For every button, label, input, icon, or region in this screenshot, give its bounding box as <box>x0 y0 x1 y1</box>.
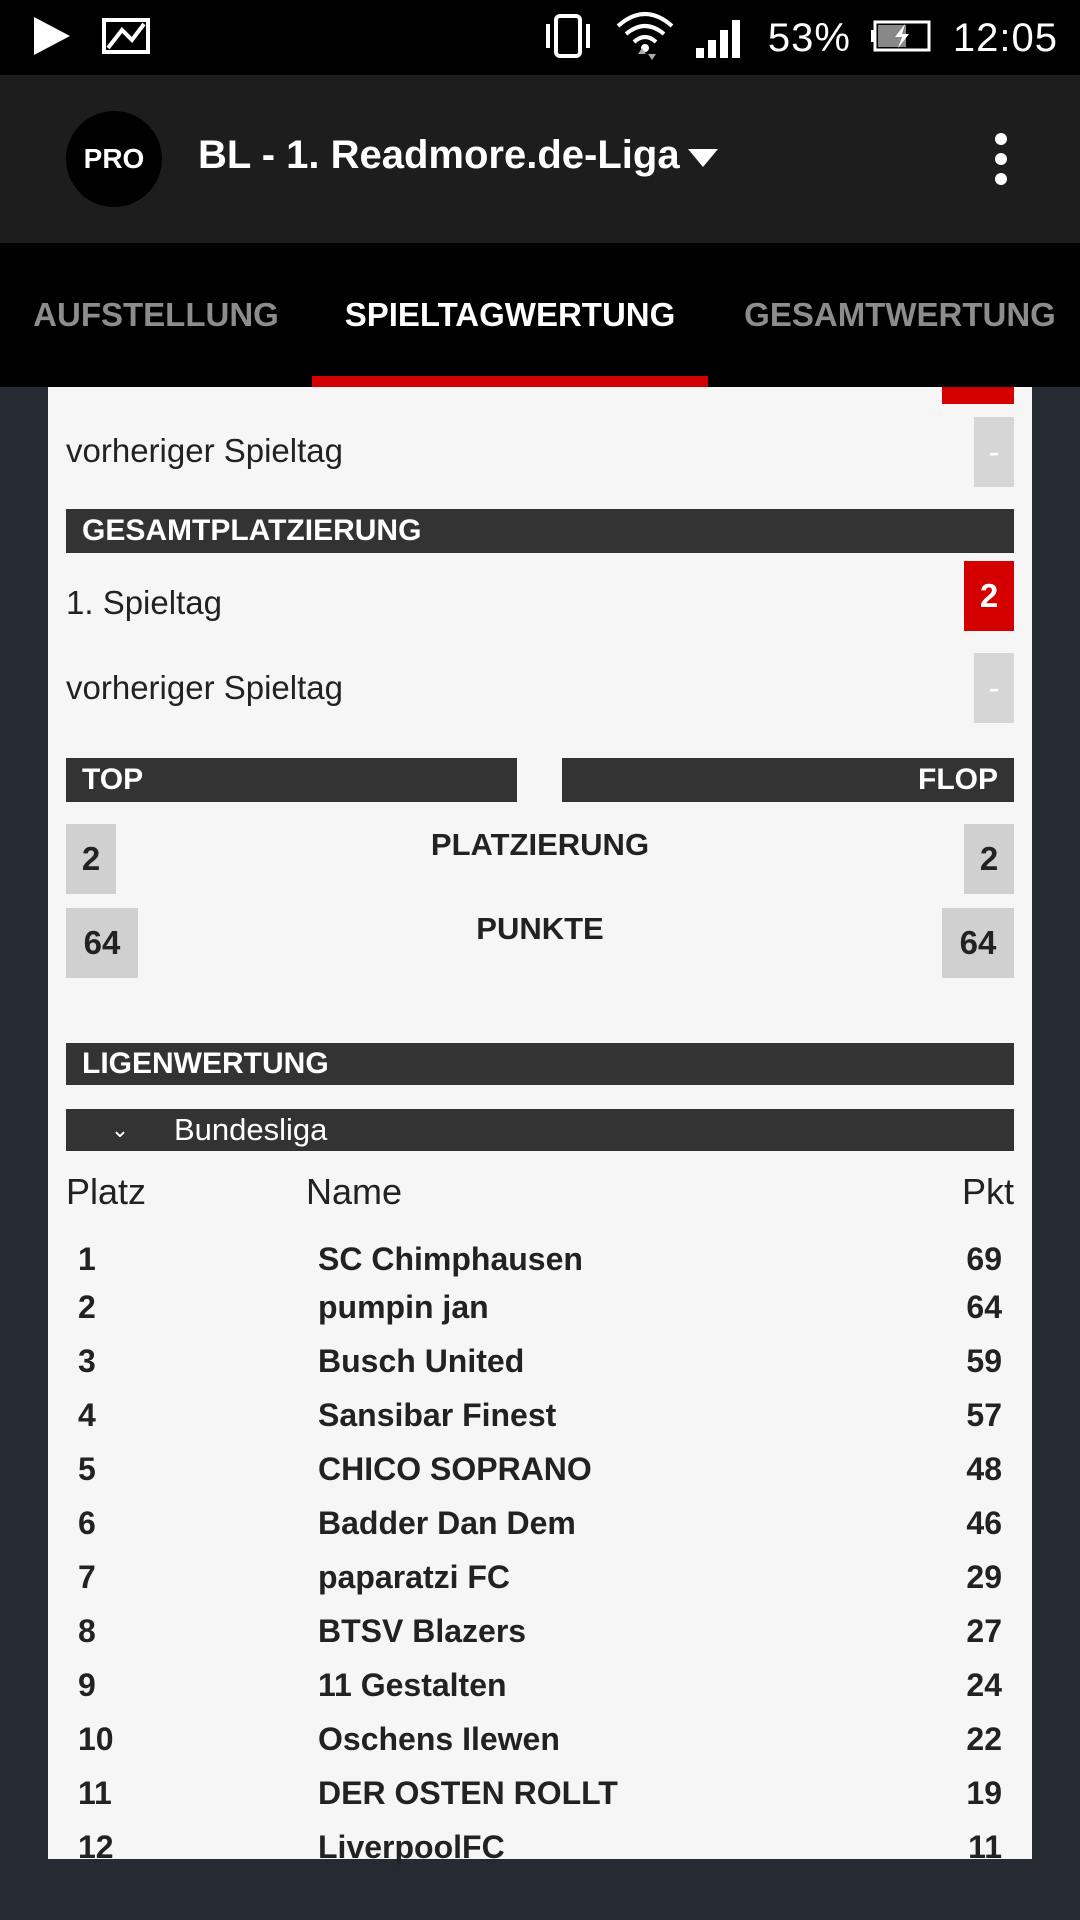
gesamtplatzierung-current-value: 2 <box>964 561 1014 631</box>
battery-charging-icon <box>869 18 935 59</box>
active-tab-indicator <box>312 376 708 387</box>
platzierung-label: PLATZIERUNG <box>430 827 650 862</box>
tab-aufstellung[interactable]: AUFSTELLUNG <box>0 243 312 387</box>
table-row[interactable]: 10 Oschens Ilewen 22 <box>48 1721 1032 1775</box>
gesamtplatzierung-previous-value: - <box>974 653 1014 723</box>
row-name: CHICO SOPRANO <box>318 1451 592 1487</box>
tab-spieltagwertung[interactable]: SPIELTAGWERTUNG <box>312 243 708 387</box>
row-pkt: 22 <box>966 1721 1002 1757</box>
row-platz: 1 <box>78 1241 96 1277</box>
spieltag-previous-label: vorheriger Spieltag <box>66 432 343 469</box>
row-name: SC Chimphausen <box>318 1241 583 1277</box>
flop-punkte-value: 64 <box>942 908 1014 978</box>
table-row[interactable]: 5 CHICO SOPRANO 48 <box>48 1451 1032 1505</box>
ligenwertung-card: LIGENWERTUNG ⌄ Bundesliga Platz Name Pkt… <box>48 1031 1032 1865</box>
row-name: LiverpoolFC <box>318 1829 505 1865</box>
row-name: pumpin jan <box>318 1289 489 1325</box>
battery-percent: 53% <box>767 15 851 60</box>
tab-gesamtwertung[interactable]: GESAMTWERTUNG <box>708 243 1080 387</box>
league-filter-select[interactable]: ⌄ Bundesliga <box>66 1109 1014 1151</box>
row-platz: 9 <box>78 1667 96 1703</box>
row-name: Sansibar Finest <box>318 1397 557 1433</box>
content-scroll[interactable]: vorheriger Spieltag - GESAMTPLATZIERUNG … <box>0 387 1080 1920</box>
dropdown-caret-icon[interactable] <box>688 149 718 172</box>
wifi-icon <box>614 8 676 69</box>
row-platz: 5 <box>78 1451 96 1487</box>
ligenwertung-header: LIGENWERTUNG <box>66 1043 1014 1085</box>
row-pkt: 64 <box>966 1289 1002 1325</box>
spieltag-rank-value <box>942 387 1014 404</box>
flop-platz-value: 2 <box>964 824 1014 894</box>
row-pkt: 57 <box>966 1397 1002 1433</box>
row-pkt: 27 <box>966 1613 1002 1649</box>
row-pkt: 11 <box>968 1829 1002 1865</box>
row-platz: 8 <box>78 1613 96 1649</box>
row-platz: 6 <box>78 1505 96 1541</box>
status-bar: 53% 12:05 <box>0 0 1080 75</box>
vibrate-icon <box>540 12 596 65</box>
table-row[interactable]: 6 Badder Dan Dem 46 <box>48 1505 1032 1559</box>
punkte-label: PUNKTE <box>476 911 604 946</box>
row-pkt: 59 <box>966 1343 1002 1379</box>
clock: 12:05 <box>952 15 1058 60</box>
more-vert-icon[interactable] <box>986 131 1016 187</box>
table-row[interactable]: 12 LiverpoolFC 11 <box>48 1829 1032 1883</box>
league-selector-title[interactable]: BL - 1. Readmore.de-Liga <box>198 133 680 178</box>
row-platz: 3 <box>78 1343 96 1379</box>
gesamtplatzierung-current-label: 1. Spieltag <box>66 584 222 621</box>
row-name: Busch United <box>318 1343 525 1379</box>
row-pkt: 19 <box>966 1775 1002 1811</box>
table-row[interactable]: 9 11 Gestalten 24 <box>48 1667 1032 1721</box>
top-header: TOP <box>66 758 517 802</box>
row-platz: 11 <box>78 1775 112 1811</box>
table-row[interactable]: 1 SC Chimphausen 69 <box>48 1241 1032 1295</box>
table-row[interactable]: 11 DER OSTEN ROLLT 19 <box>48 1775 1032 1829</box>
row-platz: 4 <box>78 1397 96 1433</box>
signal-icon <box>694 12 750 65</box>
column-header-pkt[interactable]: Pkt <box>962 1171 1014 1213</box>
column-header-name[interactable]: Name <box>306 1171 402 1213</box>
gesamtplatzierung-previous-label: vorheriger Spieltag <box>66 669 343 706</box>
table-row[interactable]: 3 Busch United 59 <box>48 1343 1032 1397</box>
row-pkt: 69 <box>966 1241 1002 1277</box>
row-name: Badder Dan Dem <box>318 1505 576 1541</box>
row-platz: 12 <box>78 1829 114 1865</box>
tab-bar: AUFSTELLUNG SPIELTAGWERTUNG GESAMTWERTUN… <box>0 243 1080 387</box>
row-name: paparatzi FC <box>318 1559 511 1595</box>
table-row[interactable]: 7 paparatzi FC 29 <box>48 1559 1032 1613</box>
league-filter-value: Bundesliga <box>174 1112 328 1147</box>
row-pkt: 48 <box>966 1451 1002 1487</box>
row-pkt: 29 <box>966 1559 1002 1595</box>
row-platz: 7 <box>78 1559 96 1595</box>
row-name: BTSV Blazers <box>318 1613 527 1649</box>
row-platz: 10 <box>78 1721 114 1757</box>
table-row[interactable]: 2 pumpin jan 64 <box>48 1289 1032 1343</box>
table-row[interactable]: 4 Sansibar Finest 57 <box>48 1397 1032 1451</box>
spieltag-previous-value: - <box>974 417 1014 487</box>
column-header-platz[interactable]: Platz <box>66 1171 146 1213</box>
row-platz: 2 <box>78 1289 96 1325</box>
row-pkt: 24 <box>966 1667 1002 1703</box>
app-bar: PRO BL - 1. Readmore.de-Liga <box>0 75 1080 243</box>
flop-header: FLOP <box>562 758 1014 802</box>
row-name: Oschens Ilewen <box>318 1721 560 1757</box>
row-name: 11 Gestalten <box>318 1667 507 1703</box>
row-name: DER OSTEN ROLLT <box>318 1775 618 1811</box>
play-store-icon <box>30 15 72 62</box>
table-row[interactable]: 8 BTSV Blazers 27 <box>48 1613 1032 1667</box>
gesamtplatzierung-header: GESAMTPLATZIERUNG <box>66 509 1014 553</box>
pro-badge[interactable]: PRO <box>66 111 162 207</box>
image-notification-icon <box>98 14 154 63</box>
chevron-down-icon: ⌄ <box>110 1117 130 1142</box>
row-pkt: 46 <box>966 1505 1002 1541</box>
